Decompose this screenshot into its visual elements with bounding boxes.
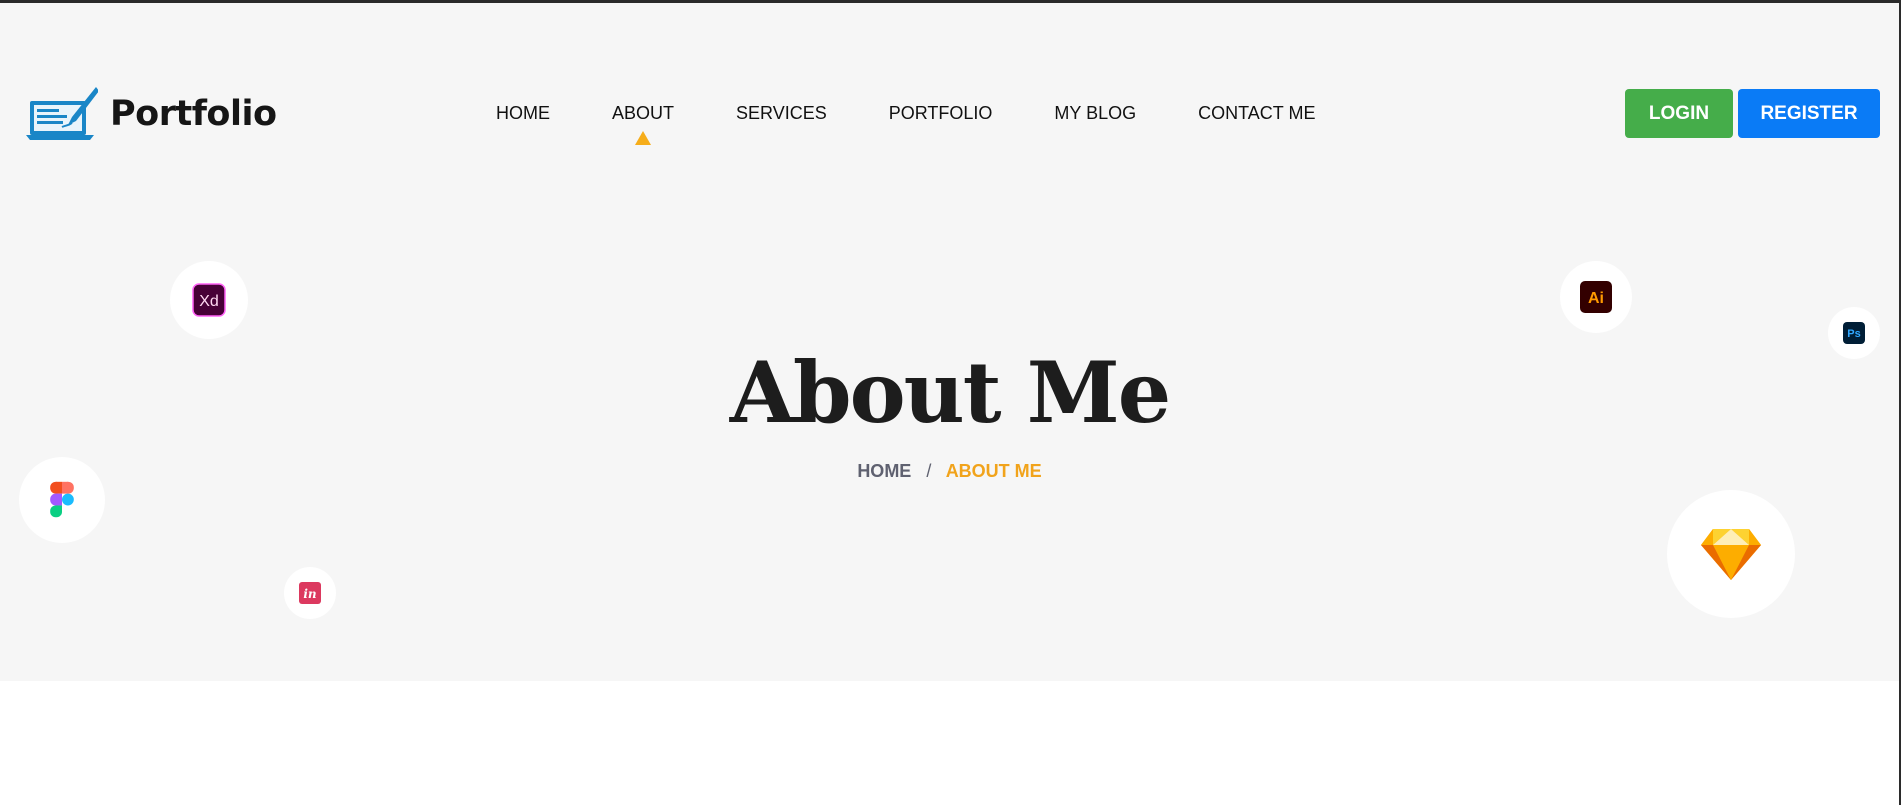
register-button[interactable]: REGISTER: [1738, 89, 1880, 138]
hero-section: Portfolio HOME ABOUT SERVICES PORTFOLIO …: [0, 3, 1899, 681]
sketch-bubble: [1667, 490, 1795, 618]
nav-item-home[interactable]: HOME: [496, 101, 550, 125]
breadcrumb: HOME / ABOUT ME: [0, 461, 1899, 482]
brand-name: Portfolio: [110, 94, 277, 134]
figma-icon: [50, 481, 74, 518]
nav-item-contact-me[interactable]: CONTACT ME: [1198, 101, 1315, 125]
xd-icon-text: Xd: [199, 293, 219, 310]
nav-item-about-label: ABOUT: [612, 103, 675, 123]
ai-icon-text: Ai: [1588, 290, 1604, 307]
laptop-pen-logo-icon: [26, 87, 98, 140]
nav-item-portfolio[interactable]: PORTFOLIO: [889, 101, 993, 125]
login-button[interactable]: LOGIN: [1625, 89, 1733, 138]
adobe-photoshop-icon: Ps: [1843, 322, 1865, 344]
invision-bubble: in: [284, 567, 336, 619]
breadcrumb-home-link[interactable]: HOME: [857, 461, 911, 481]
ps-bubble: Ps: [1828, 307, 1880, 359]
breadcrumb-separator: /: [926, 461, 932, 481]
brand-logo[interactable]: Portfolio: [26, 85, 277, 143]
main-nav: HOME ABOUT SERVICES PORTFOLIO MY BLOG CO…: [496, 101, 1315, 145]
ps-icon-text: Ps: [1847, 328, 1860, 340]
invision-icon: in: [299, 582, 321, 604]
breadcrumb-current: ABOUT ME: [945, 461, 1042, 481]
ai-bubble: Ai: [1560, 261, 1632, 333]
sketch-icon: [1701, 529, 1761, 580]
adobe-illustrator-icon: Ai: [1580, 281, 1612, 313]
invision-icon-text: in: [303, 587, 316, 601]
nav-item-my-blog[interactable]: MY BLOG: [1054, 101, 1136, 125]
nav-item-about[interactable]: ABOUT: [612, 101, 675, 145]
adobe-xd-icon: Xd: [192, 283, 226, 317]
xd-bubble: Xd: [170, 261, 248, 339]
page-frame: Portfolio HOME ABOUT SERVICES PORTFOLIO …: [0, 0, 1901, 805]
active-caret-icon: [635, 131, 651, 145]
page-title: About Me: [729, 343, 1171, 442]
nav-item-services[interactable]: SERVICES: [736, 101, 827, 125]
figma-bubble: [19, 457, 105, 543]
